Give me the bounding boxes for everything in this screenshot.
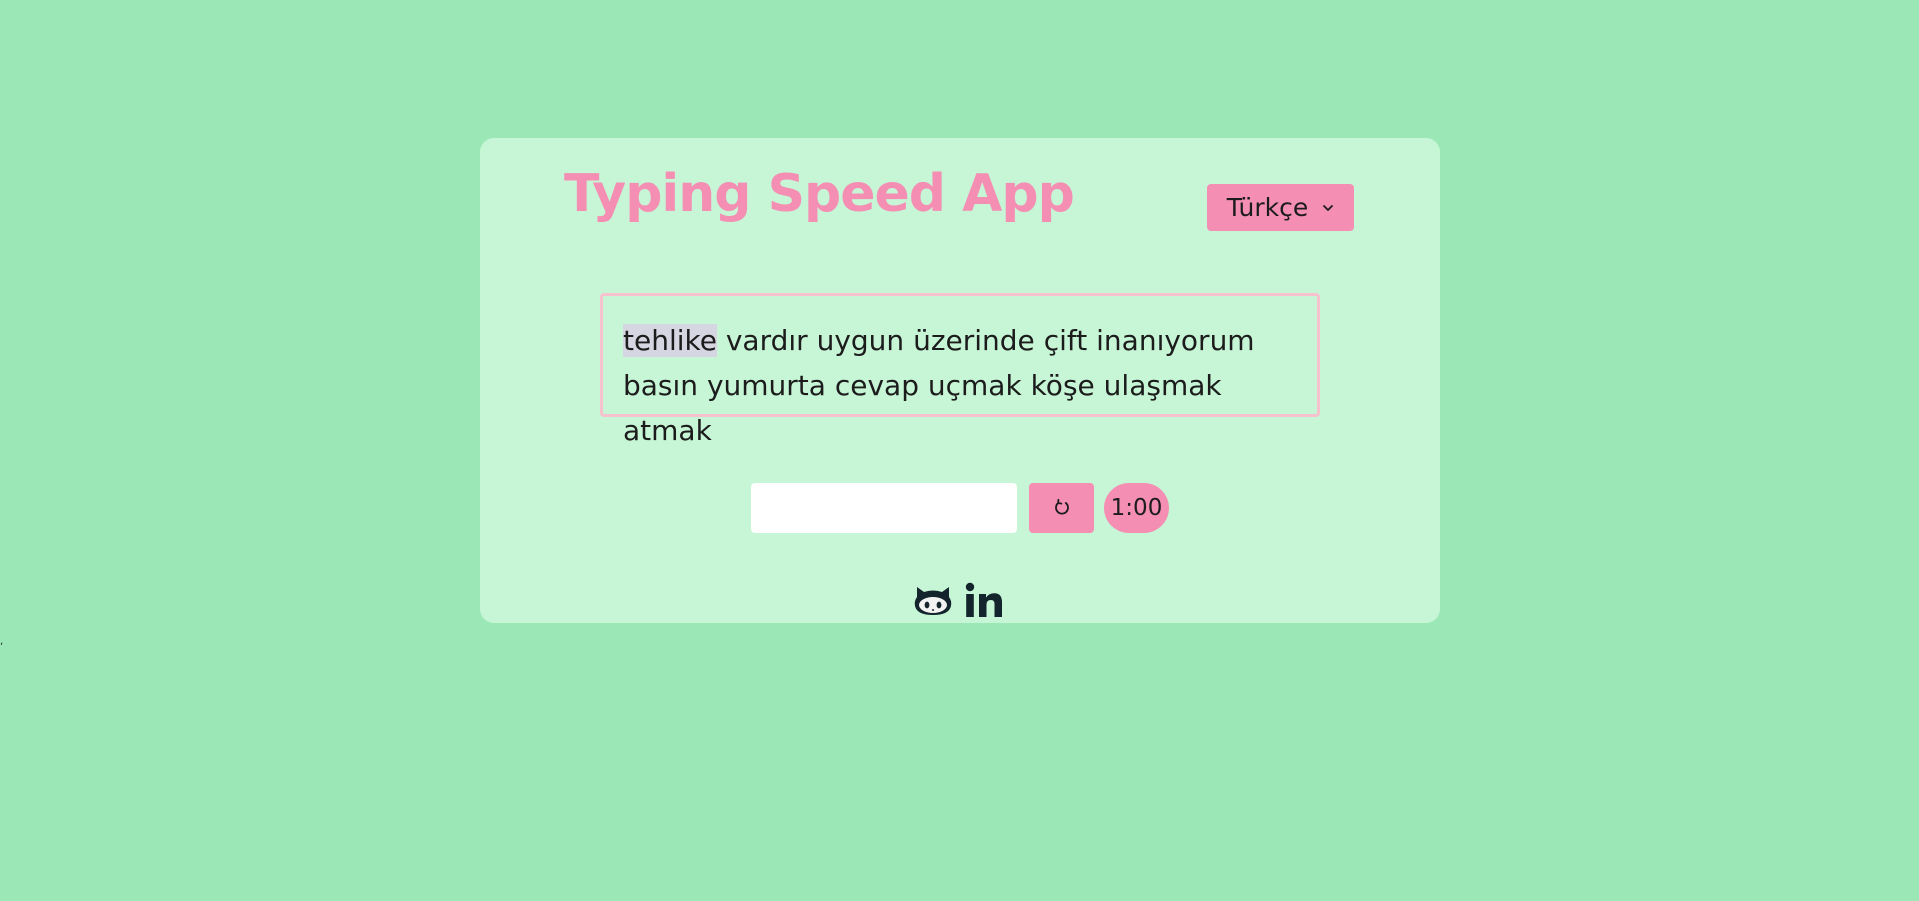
current-word: tehlike [623,324,717,357]
stray-mark: , [0,636,4,647]
word: köşe [1030,369,1095,402]
typing-input[interactable] [751,483,1017,533]
timer: 1:00 [1104,483,1169,533]
word: inanıyorum [1096,324,1255,357]
reset-button[interactable] [1029,483,1094,533]
word: vardır [725,324,808,357]
word: uçmak [927,369,1022,402]
word-display: tehlike vardır uygun üzerinde çift inanı… [600,293,1320,447]
word: yumurta [706,369,826,402]
word: cevap [834,369,919,402]
word: üzerinde [913,324,1035,357]
linkedin-link[interactable] [965,582,1003,618]
language-select[interactable]: Türkçe [1207,184,1354,231]
linkedin-icon [965,582,1002,617]
word: çift [1043,324,1088,357]
word: ulaşmak [1103,369,1222,402]
chevron-down-icon [1323,204,1334,211]
language-select-label: Türkçe [1226,193,1309,222]
github-link[interactable] [913,583,953,617]
social-links [913,582,1003,618]
word: basın [623,369,699,402]
reset-icon [1054,498,1069,515]
app-card: Typing Speed App Türkçe tehlike vardır u… [480,138,1440,623]
github-icon [914,587,952,615]
word: uygun [816,324,905,357]
word: atmak [623,414,712,447]
page-title: Typing Speed App [564,164,1075,224]
